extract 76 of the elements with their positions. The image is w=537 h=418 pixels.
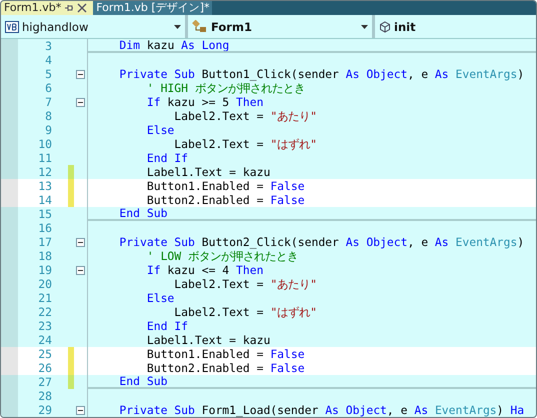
code-line: ' HIGH ボタンが押されたとき (146, 82, 305, 94)
line-number: 22 (37, 305, 52, 319)
line-number: 13 (37, 179, 52, 193)
line-number: 8 (44, 109, 52, 123)
tab-label: Form1.vb* (4, 1, 62, 15)
caret-icon (174, 24, 181, 28)
selection-margin (1, 207, 18, 221)
collapse-icon[interactable] (76, 406, 85, 414)
line-number: 7 (44, 95, 52, 109)
line-number: 20 (37, 277, 52, 291)
line-number: 3 (44, 39, 52, 53)
code-line: Else (146, 124, 174, 136)
code-line: End Sub (118, 207, 168, 219)
line-number: 6 (44, 81, 52, 95)
code-line: Private Sub Button2_Click(sender As Object, e As EventArgs) (118, 236, 524, 248)
code-line: Button1.Enabled = False (146, 348, 305, 360)
selection-margin (1, 165, 18, 179)
collapse-icon[interactable] (76, 266, 85, 274)
code-line: Button2.Enabled = False (146, 194, 305, 206)
line-number: 16 (37, 221, 52, 235)
code-line: Button1.Enabled = False (146, 180, 305, 192)
line-number: 17 (37, 235, 52, 249)
line-number: 14 (37, 193, 52, 207)
collapse-icon[interactable] (76, 98, 85, 106)
line-number: 10 (37, 137, 52, 151)
pin-icon[interactable] (64, 3, 74, 13)
code-line: End Sub (118, 375, 168, 387)
line-number: 23 (37, 319, 52, 333)
cube-icon (379, 20, 391, 32)
code-line: Button2.Enabled = False (146, 362, 305, 374)
line-number: 11 (37, 151, 52, 165)
code-line: End If (146, 320, 188, 332)
navigation-dropdown[interactable]: init (375, 15, 536, 38)
line-number: 18 (37, 249, 52, 263)
code-line: Label2.Text = "はずれ" (173, 306, 318, 318)
code-line: Else (146, 292, 174, 304)
collapse-icon[interactable] (76, 70, 85, 78)
selection-margin (1, 193, 18, 207)
code-line: If kazu >= 5 Then (146, 96, 264, 108)
selection-margin (1, 361, 18, 375)
line-number: 27 (37, 375, 52, 389)
code-line: Label1.Text = kazu (146, 166, 270, 178)
selection-margin (1, 333, 18, 347)
code-line: Private Sub Button1_Click(sender As Object, e As EventArgs) (118, 68, 524, 80)
line-number: 5 (44, 67, 52, 81)
collapse-icon[interactable] (76, 238, 85, 246)
selection-margin (1, 179, 18, 193)
line-number: 29 (37, 403, 52, 417)
selection-margin (1, 347, 18, 361)
selection-margin (1, 375, 18, 389)
document-tab[interactable]: Form1.vb* (1, 1, 94, 15)
code-line: If kazu <= 4 Then (146, 264, 264, 276)
close-icon[interactable] (77, 3, 88, 13)
code-line: Label2.Text = "あたり" (173, 110, 318, 122)
line-number: 21 (37, 291, 52, 305)
selection-margin (1, 403, 18, 417)
code-line: Label2.Text = "はずれ" (173, 138, 318, 150)
navigation-dropdown[interactable]: Form1 (188, 15, 375, 38)
line-number: 25 (37, 347, 52, 361)
code-line: Label1.Text = kazu (146, 334, 270, 346)
selection-margin (1, 39, 18, 53)
line-number: 26 (37, 361, 52, 375)
line-number: 24 (37, 333, 52, 347)
class-icon (192, 20, 208, 34)
line-number: 28 (37, 389, 52, 403)
code-line: End If (146, 152, 188, 164)
code-line: ' LOW ボタンが押されたとき (146, 250, 298, 262)
caret-icon (361, 24, 368, 28)
line-number: 4 (44, 53, 52, 67)
code-line: Private Sub Form1_Load(sender As Object, e As EventArgs) Ha (118, 404, 524, 416)
line-number: 12 (37, 165, 52, 179)
line-number: 9 (44, 123, 52, 137)
vb-project-icon (5, 20, 19, 32)
line-number: 15 (37, 207, 52, 221)
code-line: Label2.Text = "あたり" (173, 278, 318, 290)
line-number: 19 (37, 263, 52, 277)
